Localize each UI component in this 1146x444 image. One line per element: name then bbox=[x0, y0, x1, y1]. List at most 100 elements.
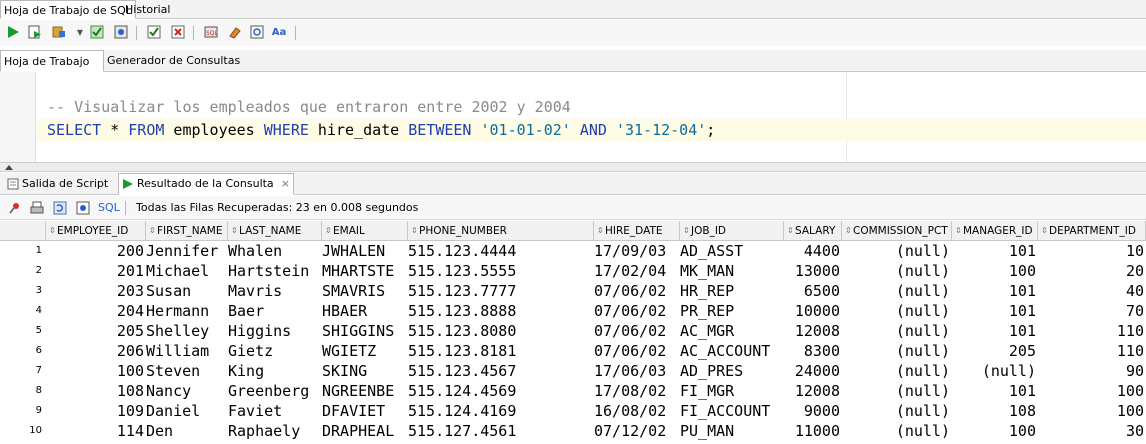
table-cell[interactable]: 90 bbox=[1038, 361, 1146, 381]
tab-sql-worksheet[interactable]: Hoja de Trabajo de SQL bbox=[0, 0, 136, 19]
run-statement-icon[interactable] bbox=[5, 24, 21, 40]
table-cell[interactable]: (null) bbox=[842, 421, 952, 441]
table-cell[interactable]: 13000 bbox=[784, 261, 842, 281]
row-number[interactable]: 10 bbox=[0, 421, 45, 441]
tab-worksheet[interactable]: Hoja de Trabajo bbox=[0, 50, 104, 72]
table-cell[interactable]: Jennifer bbox=[146, 241, 228, 261]
sort-icon[interactable]: ⇕ bbox=[597, 221, 605, 240]
unshared-sql-icon[interactable] bbox=[146, 24, 162, 40]
sort-icon[interactable]: ⇕ bbox=[683, 221, 691, 240]
table-cell[interactable]: 17/02/04 bbox=[594, 261, 680, 281]
table-cell[interactable]: 108 bbox=[46, 381, 146, 401]
table-cell[interactable]: SMAVRIS bbox=[322, 281, 408, 301]
sort-icon[interactable]: ⇕ bbox=[411, 221, 419, 240]
table-cell[interactable]: 30 bbox=[1038, 421, 1146, 441]
print-icon[interactable] bbox=[29, 200, 45, 216]
table-cell[interactable]: Greenberg bbox=[228, 381, 322, 401]
clear-eraser-icon[interactable] bbox=[227, 24, 243, 40]
row-number[interactable]: 4 bbox=[0, 301, 45, 321]
col-last-name-header[interactable]: ⇕LAST_NAME bbox=[228, 221, 322, 241]
autotrace-icon[interactable] bbox=[51, 24, 67, 40]
table-cell[interactable]: PU_MAN bbox=[680, 421, 784, 441]
table-cell[interactable]: 12008 bbox=[784, 321, 842, 341]
splitter-arrows-icon[interactable] bbox=[3, 163, 19, 171]
table-cell[interactable]: (null) bbox=[842, 361, 952, 381]
table-cell[interactable]: 07/06/02 bbox=[594, 281, 680, 301]
table-cell[interactable]: 114 bbox=[46, 421, 146, 441]
table-cell[interactable]: 205 bbox=[952, 341, 1038, 361]
table-cell[interactable]: AD_PRES bbox=[680, 361, 784, 381]
table-cell[interactable]: 10000 bbox=[784, 301, 842, 321]
tab-query-builder[interactable]: Generador de Consultas bbox=[104, 50, 243, 72]
row-number[interactable]: 7 bbox=[0, 361, 45, 381]
table-cell[interactable]: 20 bbox=[1038, 261, 1146, 281]
table-cell[interactable]: 108 bbox=[952, 401, 1038, 421]
table-cell[interactable]: MK_MAN bbox=[680, 261, 784, 281]
table-cell[interactable]: 07/06/02 bbox=[594, 341, 680, 361]
sort-icon[interactable]: ⇕ bbox=[1041, 221, 1049, 240]
commit-icon[interactable] bbox=[89, 24, 105, 40]
table-cell[interactable]: Michael bbox=[146, 261, 228, 281]
table-cell[interactable]: Hartstein bbox=[228, 261, 322, 281]
table-cell[interactable]: Nancy bbox=[146, 381, 228, 401]
table-cell[interactable]: 515.124.4569 bbox=[408, 381, 594, 401]
table-cell[interactable]: 17/08/02 bbox=[594, 381, 680, 401]
col-employee-id-header[interactable]: ⇕EMPLOYEE_ID bbox=[46, 221, 146, 241]
table-cell[interactable]: 24000 bbox=[784, 361, 842, 381]
table-cell[interactable]: Shelley bbox=[146, 321, 228, 341]
table-cell[interactable]: 515.123.5555 bbox=[408, 261, 594, 281]
sql-editor[interactable]: -- Visualizar los empleados que entraron… bbox=[0, 72, 1146, 162]
table-cell[interactable]: WGIETZ bbox=[322, 341, 408, 361]
pin-icon[interactable] bbox=[7, 200, 23, 216]
table-cell[interactable]: (null) bbox=[842, 241, 952, 261]
table-cell[interactable]: 201 bbox=[46, 261, 146, 281]
table-cell[interactable]: Den bbox=[146, 421, 228, 441]
table-cell[interactable]: SHIGGINS bbox=[322, 321, 408, 341]
row-number[interactable]: 8 bbox=[0, 381, 45, 401]
col-salary-header[interactable]: ⇕SALARY bbox=[784, 221, 842, 241]
table-cell[interactable]: (null) bbox=[842, 301, 952, 321]
table-cell[interactable]: 70 bbox=[1038, 301, 1146, 321]
sort-icon[interactable]: ⇕ bbox=[231, 221, 239, 240]
table-cell[interactable]: 515.123.4444 bbox=[408, 241, 594, 261]
table-cell[interactable]: 16/08/02 bbox=[594, 401, 680, 421]
table-cell[interactable]: 101 bbox=[952, 321, 1038, 341]
table-cell[interactable]: 200 bbox=[46, 241, 146, 261]
sort-icon[interactable]: ⇕ bbox=[149, 221, 157, 240]
table-cell[interactable]: 17/06/03 bbox=[594, 361, 680, 381]
table-cell[interactable]: SKING bbox=[322, 361, 408, 381]
chevron-down-icon[interactable]: ▼ bbox=[72, 24, 88, 40]
sql-tuning-icon[interactable]: SQL bbox=[203, 24, 219, 40]
table-cell[interactable]: 515.123.7777 bbox=[408, 281, 594, 301]
table-cell[interactable]: (null) bbox=[842, 321, 952, 341]
cancel-icon[interactable] bbox=[170, 24, 186, 40]
table-cell[interactable]: Susan bbox=[146, 281, 228, 301]
table-cell[interactable]: AC_ACCOUNT bbox=[680, 341, 784, 361]
table-cell[interactable]: HR_REP bbox=[680, 281, 784, 301]
table-cell[interactable]: 515.123.8080 bbox=[408, 321, 594, 341]
table-cell[interactable]: 515.123.4567 bbox=[408, 361, 594, 381]
table-cell[interactable]: 101 bbox=[952, 301, 1038, 321]
table-cell[interactable]: HBAER bbox=[322, 301, 408, 321]
col-manager-id-header[interactable]: ⇕MANAGER_ID bbox=[952, 221, 1038, 241]
table-cell[interactable]: (null) bbox=[952, 361, 1038, 381]
table-cell[interactable]: 07/12/02 bbox=[594, 421, 680, 441]
sql-link[interactable]: SQL bbox=[98, 201, 120, 214]
col-hire-date-header[interactable]: ⇕HIRE_DATE bbox=[594, 221, 680, 241]
close-icon[interactable]: × bbox=[281, 173, 290, 195]
pane-splitter[interactable] bbox=[0, 162, 1146, 172]
table-cell[interactable]: 515.123.8888 bbox=[408, 301, 594, 321]
table-cell[interactable]: 206 bbox=[46, 341, 146, 361]
table-cell[interactable]: JWHALEN bbox=[322, 241, 408, 261]
table-cell[interactable]: 204 bbox=[46, 301, 146, 321]
row-number[interactable]: 1 bbox=[0, 241, 45, 261]
table-cell[interactable]: 100 bbox=[952, 261, 1038, 281]
table-cell[interactable]: (null) bbox=[842, 381, 952, 401]
table-cell[interactable]: (null) bbox=[842, 281, 952, 301]
table-cell[interactable]: Mavris bbox=[228, 281, 322, 301]
sort-icon[interactable]: ⇕ bbox=[845, 221, 853, 240]
table-cell[interactable]: 07/06/02 bbox=[594, 301, 680, 321]
table-cell[interactable]: King bbox=[228, 361, 322, 381]
table-cell[interactable]: 100 bbox=[952, 421, 1038, 441]
table-cell[interactable]: DFAVIET bbox=[322, 401, 408, 421]
